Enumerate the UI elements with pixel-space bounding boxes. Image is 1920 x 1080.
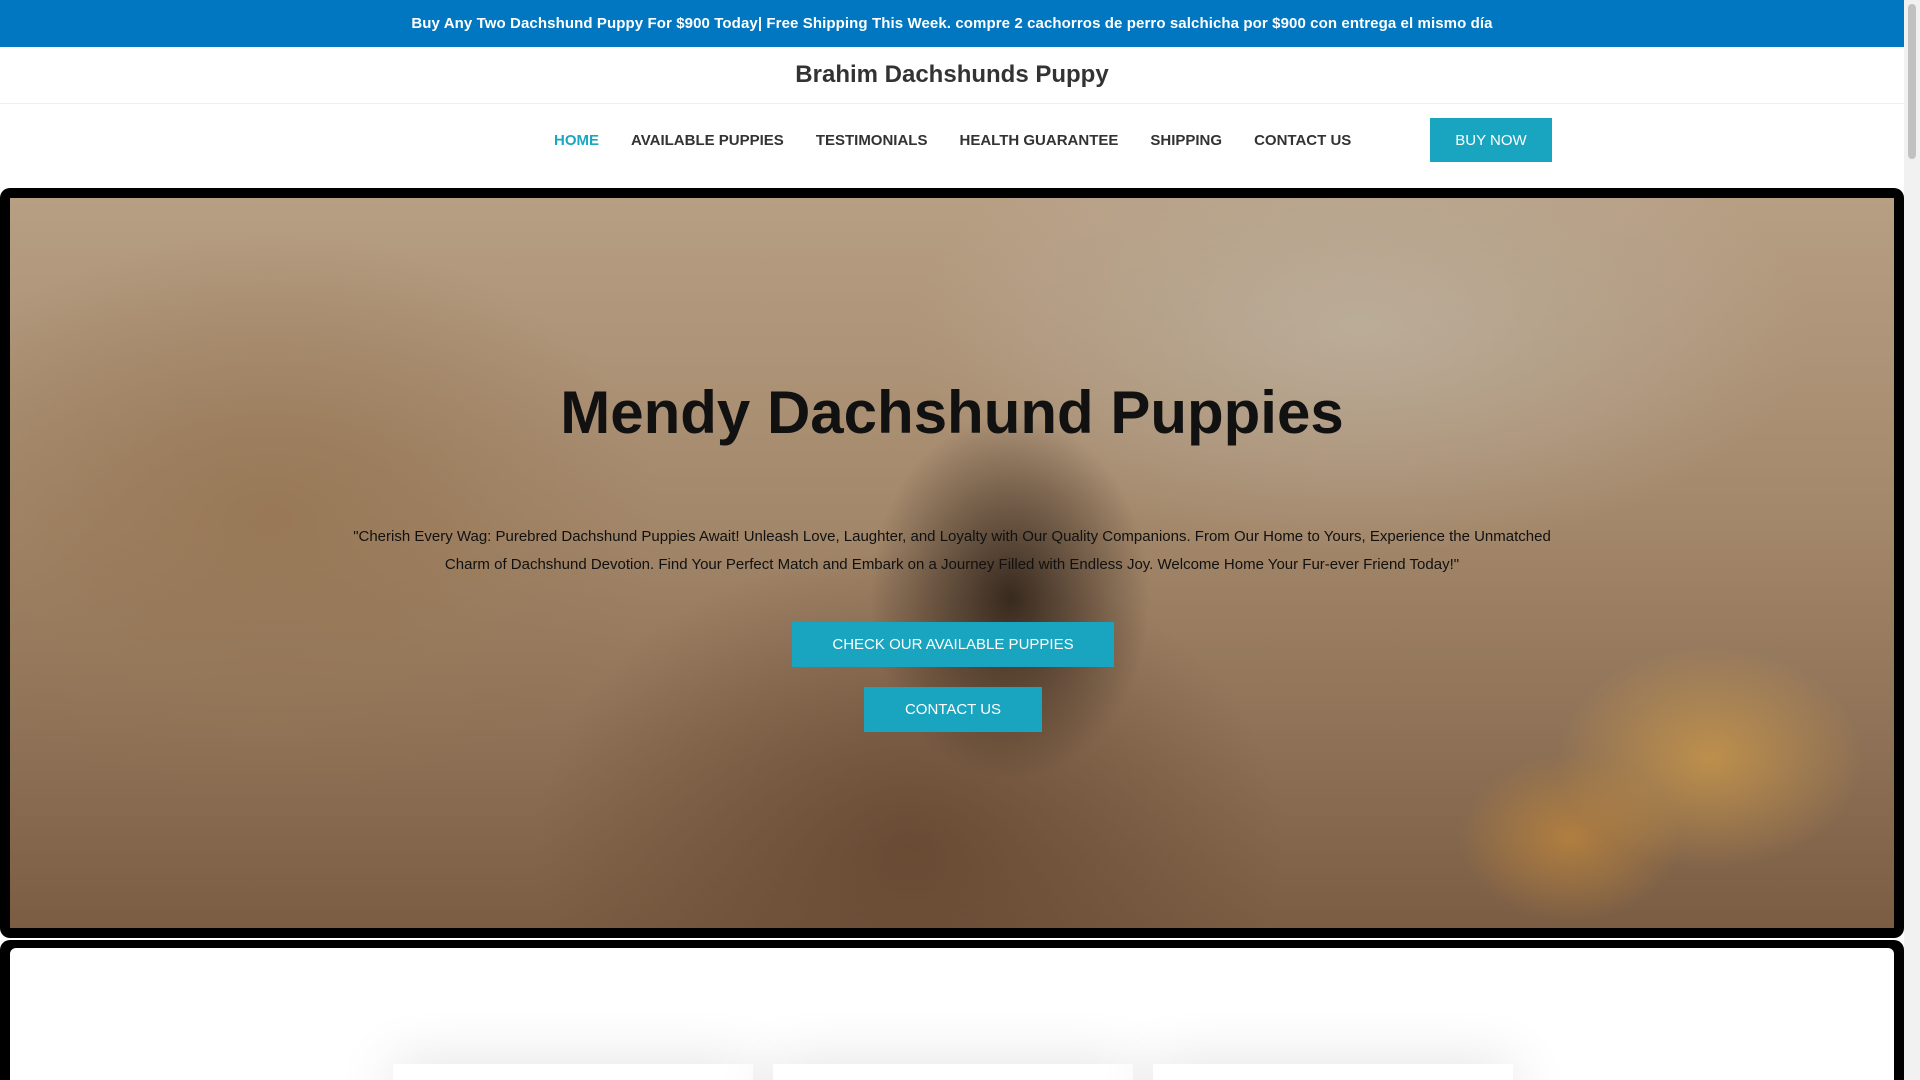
puppy-card[interactable] [393,1064,753,1080]
scrollbar-thumb[interactable] [1908,4,1916,159]
contact-us-button[interactable]: CONTACT US [864,687,1042,732]
main-nav: HOME AVAILABLE PUPPIES TESTIMONIALS HEAL… [0,104,1904,188]
hero-content: Mendy Dachshund Puppies "Cherish Every W… [10,198,1894,928]
nav-item-contact-us[interactable]: CONTACT US [1238,132,1367,149]
nav-item-shipping[interactable]: SHIPPING [1134,132,1238,149]
hero-section: Mendy Dachshund Puppies "Cherish Every W… [0,188,1904,938]
nav-item-available-puppies[interactable]: AVAILABLE PUPPIES [615,132,800,149]
puppy-card[interactable] [773,1064,1133,1080]
buy-now-button[interactable]: BUY NOW [1430,118,1552,162]
hero-title: Mendy Dachshund Puppies [560,379,1344,446]
nav-item-home[interactable]: HOME [538,132,615,149]
puppy-card[interactable] [1153,1064,1513,1080]
announcement-text: Buy Any Two Dachshund Puppy For $900 Tod… [411,15,1493,32]
site-brand[interactable]: Brahim Dachshunds Puppy [795,61,1108,89]
featured-section-inner [10,948,1894,1080]
hero-description: "Cherish Every Wag: Purebred Dachshund P… [353,528,1551,573]
site-header: Brahim Dachshunds Puppy [0,47,1904,104]
page-scrollbar[interactable] [1904,0,1920,1080]
nav-links: HOME AVAILABLE PUPPIES TESTIMONIALS HEAL… [538,104,1367,176]
announcement-bar: Buy Any Two Dachshund Puppy For $900 Tod… [0,0,1904,47]
featured-section [0,940,1904,1080]
nav-item-health-guarantee[interactable]: HEALTH GUARANTEE [943,132,1134,149]
nav-item-testimonials[interactable]: TESTIMONIALS [800,132,944,149]
page: Buy Any Two Dachshund Puppy For $900 Tod… [0,0,1904,1080]
check-available-puppies-button[interactable]: CHECK OUR AVAILABLE PUPPIES [792,622,1114,667]
